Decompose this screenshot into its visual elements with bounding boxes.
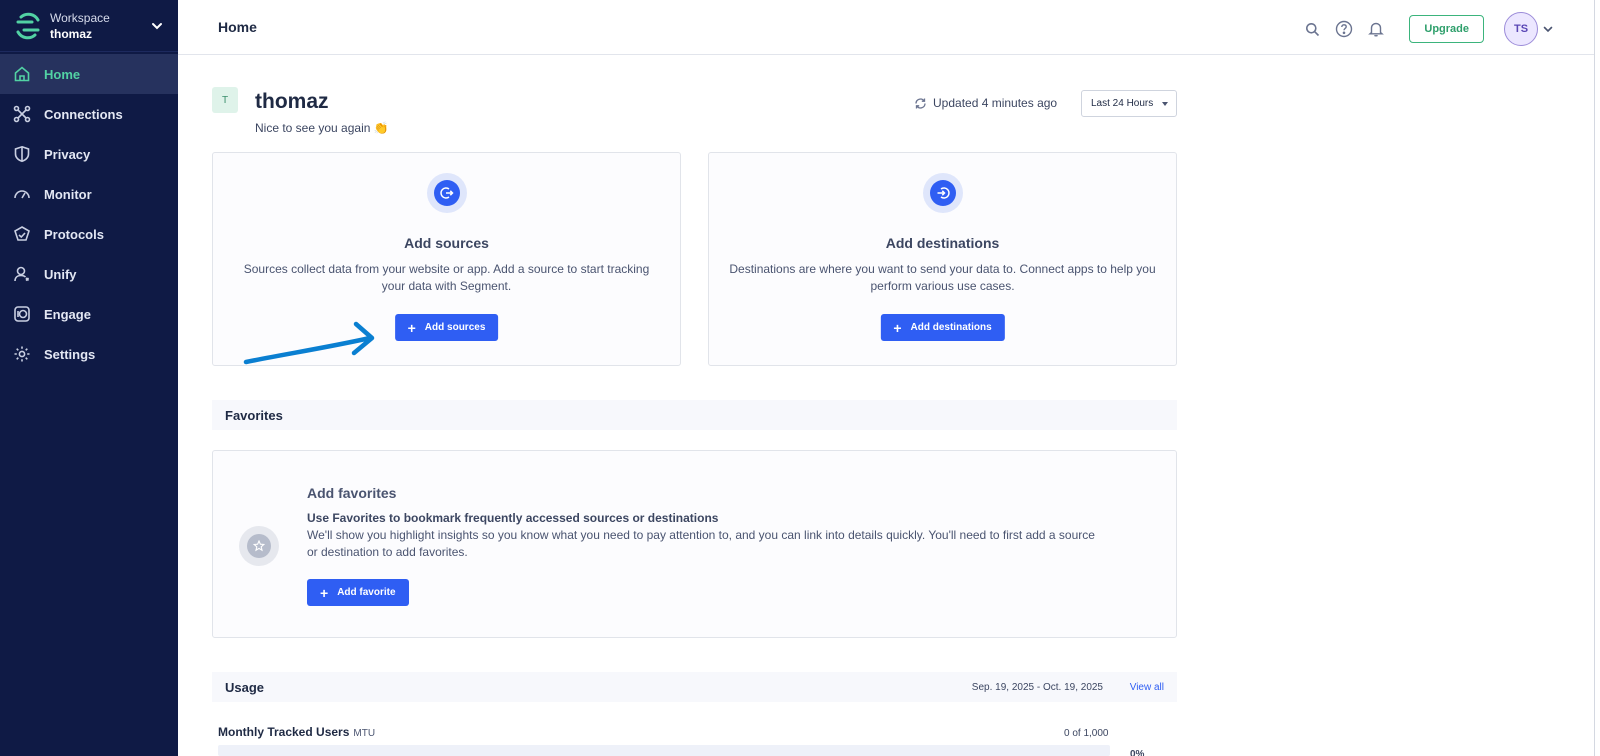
usage-heading: Usage Sep. 19, 2025 - Oct. 19, 2025 View… [212, 672, 1177, 702]
help-icon[interactable] [1335, 20, 1353, 38]
add-sources-title: Add sources [404, 235, 489, 251]
shield-icon [12, 144, 32, 164]
sidebar-nav: Home Connections Privacy Monitor Protoco… [0, 54, 178, 374]
add-sources-description: Sources collect data from your website o… [243, 262, 650, 293]
chevron-down-icon[interactable] [1542, 23, 1554, 35]
add-sources-button[interactable]: + Add sources [394, 314, 499, 341]
greeting-name: thomaz [255, 90, 329, 113]
destination-icon [922, 173, 963, 213]
search-icon[interactable] [1303, 20, 1321, 38]
plus-icon: + [320, 584, 329, 601]
workspace-badge: T [212, 87, 238, 113]
source-icon [426, 173, 467, 213]
plus-icon: + [407, 319, 416, 336]
sidebar-item-privacy[interactable]: Privacy [0, 134, 178, 174]
mtu-label: Monthly Tracked Users MTU [218, 725, 375, 739]
add-favorite-button-label: Add favorite [337, 587, 396, 598]
refresh-icon[interactable] [914, 97, 927, 110]
page-title: Home [218, 19, 257, 35]
add-sources-button-label: Add sources [424, 322, 486, 333]
favorites-heading-label: Favorites [225, 407, 283, 423]
sidebar-item-protocols[interactable]: Protocols [0, 214, 178, 254]
gear-icon [12, 344, 32, 364]
chevron-down-icon[interactable] [150, 19, 164, 33]
mtu-label-text: Monthly Tracked Users [218, 725, 350, 739]
caret-down-icon [1162, 102, 1168, 106]
add-destinations-button[interactable]: + Add destinations [880, 314, 1005, 341]
sidebar-item-connections[interactable]: Connections [0, 94, 178, 134]
sidebar-item-label: Engage [44, 306, 91, 322]
sidebar-item-unify[interactable]: Unify [0, 254, 178, 294]
greeting-subtitle: Nice to see you again 👏 [255, 121, 389, 135]
user-icon [12, 264, 32, 284]
view-all-link[interactable]: View all [1130, 682, 1164, 693]
mtu-tag: MTU [353, 728, 376, 739]
upgrade-button[interactable]: Upgrade [1409, 15, 1484, 43]
favorites-subtitle: Use Favorites to bookmark frequently acc… [307, 511, 719, 525]
top-bar: Home Upgrade TS [178, 0, 1594, 55]
updated-text: Updated 4 minutes ago [933, 96, 1058, 110]
sidebar-item-monitor[interactable]: Monitor [0, 174, 178, 214]
add-favorite-button[interactable]: + Add favorite [307, 579, 409, 606]
workspace-switcher[interactable]: Workspace thomaz [0, 0, 178, 52]
add-destinations-description: Destinations are where you want to send … [729, 262, 1156, 293]
sidebar: Workspace thomaz Home Connections Privac… [0, 0, 178, 756]
usage-date-range: Sep. 19, 2025 - Oct. 19, 2025 [971, 681, 1103, 693]
star-icon [239, 526, 279, 566]
favorites-title: Add favorites [307, 485, 397, 501]
sidebar-item-engage[interactable]: Engage [0, 294, 178, 334]
sidebar-item-label: Privacy [44, 146, 91, 162]
engage-icon [12, 304, 32, 324]
workspace-name: thomaz [50, 26, 92, 41]
favorites-card: Add favorites Use Favorites to bookmark … [212, 450, 1177, 638]
window-edge-divider [1594, 0, 1595, 756]
sidebar-item-label: Connections [44, 106, 123, 122]
mtu-percent: 0% [1130, 749, 1145, 756]
avatar[interactable]: TS [1504, 12, 1538, 46]
annotation-arrow-icon [243, 321, 375, 365]
add-destinations-title: Add destinations [885, 235, 1000, 251]
plus-icon: + [893, 319, 902, 336]
bell-icon[interactable] [1367, 20, 1385, 38]
add-destinations-card: Add destinations Destinations are where … [708, 152, 1177, 366]
sidebar-item-label: Home [44, 66, 81, 82]
last-updated: Updated 4 minutes ago [914, 96, 1057, 110]
time-range-value: Last 24 Hours [1091, 98, 1154, 109]
sidebar-item-home[interactable]: Home [0, 54, 178, 94]
mtu-count: 0 of 1,000 [1064, 728, 1109, 739]
favorites-heading: Favorites [212, 400, 1177, 430]
time-range-select[interactable]: Last 24 Hours [1081, 90, 1177, 117]
add-destinations-button-label: Add destinations [910, 322, 992, 333]
sidebar-item-label: Monitor [44, 186, 92, 202]
home-icon [12, 64, 32, 84]
protocols-icon [12, 224, 32, 244]
top-actions: Upgrade TS [1289, 12, 1554, 46]
connections-icon [12, 104, 32, 124]
mtu-progress-bar [218, 745, 1110, 756]
sidebar-item-settings[interactable]: Settings [0, 334, 178, 374]
segment-logo-icon [16, 12, 40, 39]
favorites-description: We'll show you highlight insights so you… [307, 528, 1095, 559]
sidebar-item-label: Protocols [44, 226, 104, 242]
sidebar-item-label: Unify [44, 266, 77, 282]
usage-heading-label: Usage [225, 679, 265, 695]
sidebar-item-label: Settings [44, 346, 96, 362]
workspace-label: Workspace [50, 10, 110, 25]
gauge-icon [12, 184, 32, 204]
